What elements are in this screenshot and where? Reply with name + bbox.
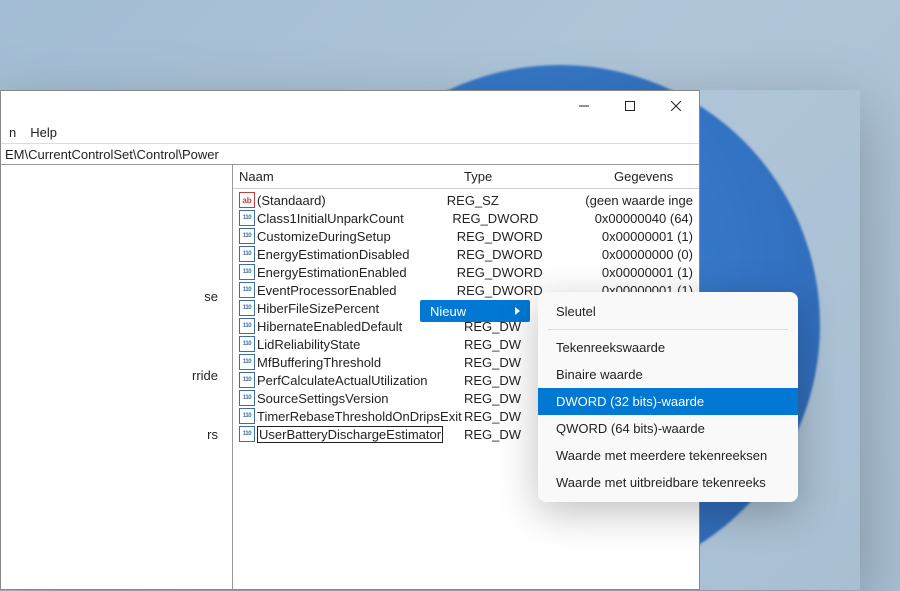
- menu-help[interactable]: Help: [30, 125, 57, 140]
- dword-icon: [239, 426, 255, 442]
- table-row[interactable]: EnergyEstimationDisabled REG_DWORD0x00000…: [233, 245, 699, 263]
- value-name: EnergyEstimationEnabled: [257, 265, 407, 280]
- value-data: 0x00000000 (0): [602, 247, 693, 262]
- titlebar: [1, 91, 699, 121]
- separator: [548, 329, 788, 330]
- value-name: EnergyEstimationDisabled: [257, 247, 409, 262]
- dword-icon: [239, 408, 255, 424]
- submenu-string[interactable]: Tekenreekswaarde: [538, 334, 798, 361]
- value-type: REG_DWORD: [457, 265, 602, 280]
- header-data[interactable]: Gegevens: [614, 169, 693, 184]
- value-name: HibernateEnabledDefault: [257, 319, 402, 334]
- submenu-dword32[interactable]: DWORD (32 bits)-waarde: [538, 388, 798, 415]
- value-name[interactable]: UserBatteryDischargeEstimator: [257, 426, 443, 443]
- dword-icon: [239, 246, 255, 262]
- tree-item[interactable]: se: [5, 287, 228, 306]
- submenu-multisz[interactable]: Waarde met meerdere tekenreeksen: [538, 442, 798, 469]
- value-data: 0x00000040 (64): [595, 211, 693, 226]
- value-name: TimerRebaseThresholdOnDripsExit: [257, 409, 462, 424]
- value-name: (Standaard): [257, 193, 326, 208]
- value-name: EventProcessorEnabled: [257, 283, 396, 298]
- address-bar[interactable]: EM\CurrentControlSet\Control\Power: [1, 143, 699, 165]
- dword-icon: [239, 372, 255, 388]
- address-path: EM\CurrentControlSet\Control\Power: [5, 147, 219, 162]
- dword-icon: [239, 300, 255, 316]
- submenu-new: Sleutel Tekenreekswaarde Binaire waarde …: [538, 292, 798, 502]
- table-row[interactable]: EnergyEstimationEnabled REG_DWORD0x000000…: [233, 263, 699, 281]
- value-name: PerfCalculateActualUtilization: [257, 373, 428, 388]
- table-row[interactable]: (Standaard) REG_SZ(geen waarde inge: [233, 191, 699, 209]
- table-row[interactable]: Class1InitialUnparkCount REG_DWORD0x00000…: [233, 209, 699, 227]
- value-name: LidReliabilityState: [257, 337, 360, 352]
- value-data: (geen waarde inge: [585, 193, 693, 208]
- string-icon: [239, 192, 255, 208]
- dword-icon: [239, 390, 255, 406]
- value-name: Class1InitialUnparkCount: [257, 211, 404, 226]
- value-name: MfBufferingThreshold: [257, 355, 381, 370]
- dword-icon: [239, 336, 255, 352]
- close-button[interactable]: [653, 91, 699, 121]
- value-type: REG_DWORD: [457, 247, 602, 262]
- submenu-binary[interactable]: Binaire waarde: [538, 361, 798, 388]
- list-header: Naam Type Gegevens: [233, 165, 699, 189]
- context-menu-new[interactable]: Nieuw: [420, 300, 530, 322]
- table-row[interactable]: CustomizeDuringSetup REG_DWORD0x00000001 …: [233, 227, 699, 245]
- tree-panel[interactable]: se rride rs: [1, 165, 233, 589]
- value-data: 0x00000001 (1): [602, 265, 693, 280]
- dword-icon: [239, 318, 255, 334]
- tree-item[interactable]: rride: [5, 366, 228, 385]
- value-type: REG_DWORD: [457, 229, 602, 244]
- dword-icon: [239, 354, 255, 370]
- dword-icon: [239, 228, 255, 244]
- context-new-label: Nieuw: [430, 304, 466, 319]
- value-name: CustomizeDuringSetup: [257, 229, 391, 244]
- submenu-key[interactable]: Sleutel: [538, 298, 798, 325]
- menubar: n Help: [1, 121, 699, 143]
- dword-icon: [239, 210, 255, 226]
- maximize-button[interactable]: [607, 91, 653, 121]
- chevron-right-icon: [515, 307, 520, 315]
- submenu-expandsz[interactable]: Waarde met uitbreidbare tekenreeks: [538, 469, 798, 496]
- value-name: HiberFileSizePercent: [257, 301, 379, 316]
- submenu-qword64[interactable]: QWORD (64 bits)-waarde: [538, 415, 798, 442]
- minimize-button[interactable]: [561, 91, 607, 121]
- tree-item[interactable]: rs: [5, 425, 228, 444]
- value-type: REG_DWORD: [452, 211, 594, 226]
- menu-item[interactable]: n: [9, 125, 16, 140]
- dword-icon: [239, 264, 255, 280]
- value-data: 0x00000001 (1): [602, 229, 693, 244]
- dword-icon: [239, 282, 255, 298]
- header-name[interactable]: Naam: [239, 169, 464, 184]
- header-type[interactable]: Type: [464, 169, 614, 184]
- value-name: SourceSettingsVersion: [257, 391, 389, 406]
- value-type: REG_SZ: [447, 193, 586, 208]
